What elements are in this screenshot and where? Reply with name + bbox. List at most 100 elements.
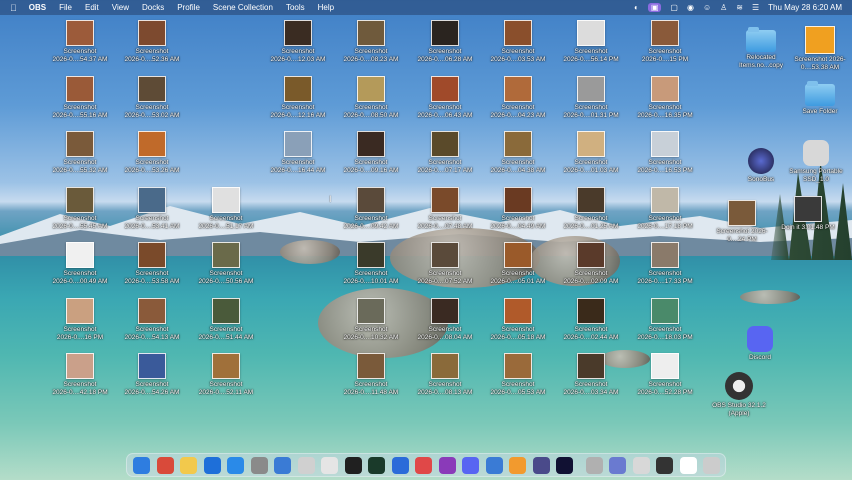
dock-app-icon[interactable] <box>415 456 432 474</box>
relocated-items-folder[interactable]: Relocated Items.no...copy <box>729 27 793 70</box>
screenshot-file[interactable]: Screenshot 2026-0....07.48 AM <box>409 187 481 231</box>
screenshot-file[interactable]: Screenshot 2026-0....17.18 PM <box>629 187 701 231</box>
screenshot-file-top[interactable]: Screenshot 2026-0....53.38 AM <box>788 26 852 72</box>
screenshot-file[interactable]: Screenshot 2026-0....15 PM <box>629 20 701 64</box>
screenshot-file[interactable]: Screenshot 2026-0....52.11 AM <box>190 353 262 397</box>
menu-help[interactable]: Help <box>318 3 334 12</box>
screenshot-file[interactable]: Screenshot 2026-0....04.23 AM <box>482 76 554 120</box>
screenshot-file[interactable]: Screenshot 2026-0....05.53 AM <box>482 353 554 397</box>
screenshot-file[interactable]: Screenshot 2026-0....52.36 AM <box>116 20 188 64</box>
screenshot-file[interactable]: Screenshot 2026-0....09.42 AM <box>335 187 407 231</box>
samsung-ssd-app[interactable]: Samsung Portable SSD_1.0 <box>784 140 848 184</box>
screenshot-file[interactable]: Screenshot 2026-0....16.44 AM <box>262 131 334 175</box>
screenshot-file[interactable]: Screenshot 2026-0....42.18 PM <box>44 353 116 397</box>
screenshot-file[interactable]: Screenshot 2026-0....12.03 AM <box>262 20 334 64</box>
screenshot-file-right[interactable]: Screenshot 2026-0....24 PM <box>710 200 774 244</box>
screenshot-file[interactable]: Screenshot 2026-0....06.28 AM <box>409 20 481 64</box>
dock-app-icon[interactable] <box>297 456 315 474</box>
screenshot-file[interactable]: Screenshot 2026-0....00.49 AM <box>44 242 116 286</box>
save-folder[interactable]: Save Folder <box>788 81 852 116</box>
dock-app-icon[interactable] <box>156 456 174 474</box>
menu-edit[interactable]: Edit <box>85 3 99 12</box>
screenshot-file[interactable]: Screenshot 2026-0....12.16 AM <box>262 76 334 120</box>
dock-app-icon[interactable] <box>321 456 338 474</box>
screenshot-file[interactable]: Screenshot 2026-0....54.26 AM <box>116 353 188 397</box>
menu-profile[interactable]: Profile <box>177 3 200 12</box>
obs-studio-app[interactable]: OBS Studio 32.1.2 (Apple) <box>706 372 772 418</box>
menu-file[interactable]: File <box>59 3 72 12</box>
screenshot-file[interactable]: Screenshot 2026-0....52.28 PM <box>629 353 701 397</box>
dock-app-icon[interactable] <box>656 456 673 474</box>
screenshot-file[interactable]: Screenshot 2026-0....55.45 AM <box>44 187 116 231</box>
doin-it-file[interactable]: Doin it 3.01.48 PM <box>776 196 840 232</box>
dock-app-icon[interactable] <box>274 456 291 474</box>
dock-app-icon[interactable] <box>227 456 244 474</box>
screenshot-file[interactable]: Screenshot 2026-0....07.17 AM <box>409 131 481 175</box>
status-person-icon[interactable]: ♙ <box>720 3 727 12</box>
dock-app-icon[interactable] <box>679 456 697 474</box>
status-sync-icon[interactable]: ◐ <box>634 3 639 12</box>
screenshot-file[interactable]: Screenshot 2026-0....50.56 AM <box>190 242 262 286</box>
screenshot-file[interactable]: Screenshot 2026-0....54.37 AM <box>44 20 116 64</box>
discord-app[interactable]: Discord <box>728 326 792 362</box>
screenshot-file[interactable]: Screenshot 2026-0....17.33 PM <box>629 242 701 286</box>
screenshot-file[interactable]: Screenshot 2026-0....08.50 AM <box>335 76 407 120</box>
dock-app-icon[interactable] <box>609 456 626 474</box>
status-obs-icon[interactable]: ▣ <box>647 3 662 12</box>
screenshot-file[interactable]: Screenshot 2026-0....05.18 AM <box>482 298 554 342</box>
dock-app-icon[interactable] <box>585 456 603 474</box>
screenshot-file[interactable]: Screenshot 2026-0....08.04 AM <box>409 298 481 342</box>
screenshot-file[interactable]: Screenshot 2026-0....53.58 AM <box>116 242 188 286</box>
screenshot-file[interactable]: Screenshot 2026-0....18.03 PM <box>629 298 701 342</box>
status-window-icon[interactable]: ▢ <box>670 3 678 12</box>
apple-menu-icon[interactable]:  <box>10 3 17 13</box>
dock-app-icon[interactable] <box>532 456 550 474</box>
screenshot-file[interactable]: Screenshot 2026-0....55.16 AM <box>44 76 116 120</box>
screenshot-file[interactable]: Screenshot 2026-0....04.49 AM <box>482 187 554 231</box>
screenshot-file[interactable]: Screenshot 2026-0....08.13 AM <box>409 353 481 397</box>
screenshot-file[interactable]: Screenshot 2026-0....03.53 AM <box>482 20 554 64</box>
screenshot-file[interactable]: Screenshot 2026-0....16.53 PM <box>629 131 701 175</box>
menu-view[interactable]: View <box>112 3 129 12</box>
dock-app-icon[interactable] <box>462 456 479 474</box>
menu-tools[interactable]: Tools <box>286 3 305 12</box>
screenshot-file[interactable]: Screenshot 2026-0....01.31 PM <box>555 76 627 120</box>
screenshot-file[interactable]: Screenshot 2026-0....02.09 AM <box>555 242 627 286</box>
dock-app-icon[interactable] <box>203 456 221 474</box>
screenshot-file[interactable]: Screenshot 2026-0....54.13 AM <box>116 298 188 342</box>
screenshot-file[interactable]: Screenshot 2026-0....10.32 AM <box>335 298 407 342</box>
screenshot-file[interactable]: Screenshot 2026-0....53.41 AM <box>116 187 188 231</box>
menu-app-name[interactable]: OBS <box>29 3 46 12</box>
screenshot-file[interactable]: Screenshot 2026-0....56.14 PM <box>555 20 627 64</box>
dock-app-icon[interactable] <box>438 456 456 474</box>
screenshot-file[interactable]: Screenshot 2026-0....04.38 AM <box>482 131 554 175</box>
screenshot-file[interactable]: Screenshot 2026-0....06.43 AM <box>409 76 481 120</box>
screenshot-file[interactable]: Screenshot 2026-0....07.52 AM <box>409 242 481 286</box>
status-discord-icon[interactable]: ☺ <box>703 3 711 12</box>
screenshot-file[interactable]: Screenshot 2026-0....02.44 AM <box>555 298 627 342</box>
dock-app-icon[interactable] <box>180 456 197 474</box>
dock-app-icon[interactable] <box>556 456 573 474</box>
screenshot-file[interactable]: Screenshot 2026-0....10.01 AM <box>335 242 407 286</box>
control-center-icon[interactable]: ☰ <box>752 3 759 12</box>
status-camera-icon[interactable]: ◉ <box>687 3 694 12</box>
screenshot-file[interactable]: Screenshot 2026-0....16 PM <box>44 298 116 342</box>
screenshot-file[interactable]: Screenshot 2026-0....03.34 AM <box>555 353 627 397</box>
screenshot-file[interactable]: Screenshot 2026-0....51.17 AM <box>190 187 262 231</box>
screenshot-file[interactable]: Screenshot 2026-0....05.01 AM <box>482 242 554 286</box>
screenshot-file[interactable]: Screenshot 2026-0....51.44 AM <box>190 298 262 342</box>
screenshot-file[interactable]: Screenshot 2026-0....55.32 AM <box>44 131 116 175</box>
dock-app-icon[interactable] <box>391 456 409 474</box>
screenshot-file[interactable]: Screenshot 2026-0....53.26 AM <box>116 131 188 175</box>
dock-app-icon[interactable] <box>703 456 720 474</box>
screenshot-file[interactable]: Screenshot 2026-0....53.02 AM <box>116 76 188 120</box>
menu-clock[interactable]: Thu May 28 6:20 AM <box>768 3 842 12</box>
screenshot-file[interactable]: Screenshot 2026-0....09.16 AM <box>335 131 407 175</box>
menu-scene-collection[interactable]: Scene Collection <box>213 3 273 12</box>
dock-app-icon[interactable] <box>133 456 150 474</box>
screenshot-file[interactable]: Screenshot 2026-0....11.48 AM <box>335 353 407 397</box>
dock-app-icon[interactable] <box>344 456 362 474</box>
wifi-icon[interactable]: ≋ <box>736 3 743 12</box>
screenshot-file[interactable]: Screenshot 2026-0....01.25 AM <box>555 187 627 231</box>
screenshot-file[interactable]: Screenshot 2026-0....01.03 AM <box>555 131 627 175</box>
